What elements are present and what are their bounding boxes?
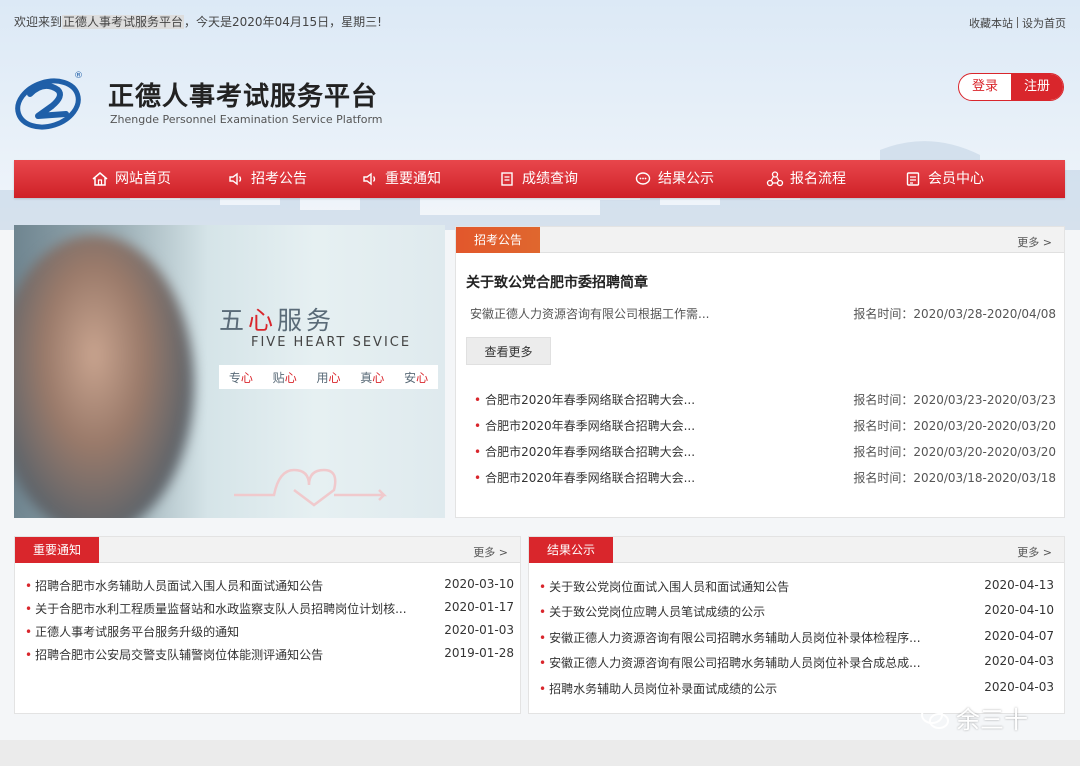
set-home-link[interactable]: 设为首页 bbox=[1022, 17, 1066, 30]
nav-label: 成绩查询 bbox=[522, 160, 578, 198]
panel-header: 结果公示 更多 > bbox=[529, 537, 1064, 563]
panel-header: 招考公告 更多 > bbox=[456, 227, 1064, 253]
notices-panel: 重要通知 更多 > •招聘合肥市水务辅助人员面试入围人员和面试通知公告2020-… bbox=[14, 536, 521, 714]
bullet-icon: • bbox=[539, 682, 546, 696]
tab-results[interactable]: 结果公示 bbox=[529, 537, 613, 563]
document-icon bbox=[498, 170, 516, 188]
flow-icon bbox=[766, 170, 784, 188]
welcome-date: ，今天是2020年04月15日，星期三! bbox=[184, 15, 382, 29]
banner-value: 真心 bbox=[360, 369, 384, 386]
list-item[interactable]: •安徽正德人力资源咨询有限公司招聘水务辅助人员岗位补录合成总成...2020-0… bbox=[539, 654, 1054, 672]
bullet-icon: • bbox=[474, 445, 481, 459]
main-nav: 网站首页 招考公告 重要通知 成绩查询 结果公示 报名流程 会员中心 bbox=[14, 160, 1065, 198]
banner-value: 专心 bbox=[229, 369, 253, 386]
list-item[interactable]: •招聘合肥市水务辅助人员面试入围人员和面试通知公告2020-03-10 bbox=[25, 577, 514, 595]
bullet-icon: • bbox=[539, 605, 546, 619]
bullet-icon: • bbox=[25, 648, 32, 662]
banner-values-strip: 专心 贴心 用心 真心 安心 bbox=[219, 365, 438, 389]
list-item[interactable]: •招聘合肥市公安局交警支队辅警岗位体能测评通知公告2019-01-28 bbox=[25, 646, 514, 664]
bullet-icon: • bbox=[25, 579, 32, 593]
speaker-icon bbox=[227, 170, 245, 188]
bullet-icon: • bbox=[539, 656, 546, 670]
welcome-site-name: 正德人事考试服务平台 bbox=[62, 15, 184, 29]
banner-value: 贴心 bbox=[273, 369, 297, 386]
more-link[interactable]: 更多 > bbox=[473, 544, 508, 560]
feature-title-link[interactable]: 关于致公党合肥市委招聘简章 bbox=[466, 272, 648, 292]
list-item[interactable]: •合肥市2020年春季网络联合招聘大会...报名时间：2020/03/20-20… bbox=[474, 417, 1056, 435]
tab-recruit[interactable]: 招考公告 bbox=[456, 227, 540, 253]
recruit-panel: 招考公告 更多 > 关于致公党合肥市委招聘简章 安徽正德人力资源咨询有限公司根据… bbox=[455, 226, 1065, 518]
banner-title: 五心服务 bbox=[219, 301, 335, 337]
list-item[interactable]: •关于致公党岗位面试入围人员和面试通知公告2020-04-13 bbox=[539, 578, 1054, 596]
registered-mark: ® bbox=[74, 71, 83, 81]
divider bbox=[1017, 17, 1018, 28]
nav-item-member[interactable]: 会员中心 bbox=[904, 160, 984, 198]
bullet-icon: • bbox=[25, 602, 32, 616]
list-item[interactable]: •合肥市2020年春季网络联合招聘大会...报名时间：2020/03/20-20… bbox=[474, 443, 1056, 461]
welcome-prefix: 欢迎来到 bbox=[14, 15, 62, 29]
banner-title-part: 服务 bbox=[277, 306, 335, 335]
nav-label: 招考公告 bbox=[251, 160, 307, 198]
banner-value: 用心 bbox=[316, 369, 340, 386]
site-subtitle: Zhengde Personnel Examination Service Pl… bbox=[110, 113, 383, 126]
list-item[interactable]: •关于合肥市水利工程质量监督站和水政监察支队人员招聘岗位计划核...2020-0… bbox=[25, 600, 514, 618]
banner-person-image bbox=[14, 235, 194, 518]
more-link[interactable]: 更多 > bbox=[1017, 544, 1052, 560]
nav-label: 结果公示 bbox=[658, 160, 714, 198]
favorite-link[interactable]: 收藏本站 bbox=[969, 17, 1013, 30]
nav-item-results[interactable]: 结果公示 bbox=[634, 160, 714, 198]
nav-label: 会员中心 bbox=[928, 160, 984, 198]
feature-description: 安徽正德人力资源咨询有限公司根据工作需... bbox=[470, 305, 709, 322]
banner-title-heart: 心 bbox=[248, 306, 277, 335]
nav-label: 重要通知 bbox=[385, 160, 441, 198]
banner-subtitle: FIVE HEART SEVICE bbox=[251, 335, 411, 350]
list-item[interactable]: •关于致公党岗位应聘人员笔试成绩的公示2020-04-10 bbox=[539, 603, 1054, 621]
logo-icon: ® bbox=[14, 68, 86, 130]
panel-header: 重要通知 更多 > bbox=[15, 537, 520, 563]
login-button[interactable]: 登录 bbox=[959, 74, 1011, 100]
list-item[interactable]: •招聘水务辅助人员岗位补录面试成绩的公示2020-04-03 bbox=[539, 680, 1054, 698]
bullet-icon: • bbox=[474, 419, 481, 433]
auth-buttons: 登录 注册 bbox=[958, 73, 1064, 101]
nav-label: 网站首页 bbox=[115, 160, 171, 198]
bullet-icon: • bbox=[474, 471, 481, 485]
nav-item-notices[interactable]: 重要通知 bbox=[361, 160, 441, 198]
banner-value: 安心 bbox=[404, 369, 428, 386]
results-panel: 结果公示 更多 > •关于致公党岗位面试入围人员和面试通知公告2020-04-1… bbox=[528, 536, 1065, 714]
watermark-text: 余三十 bbox=[956, 700, 1028, 735]
watermark: 余三十 bbox=[920, 700, 1028, 735]
chat-icon bbox=[634, 170, 652, 188]
home-icon bbox=[91, 170, 109, 188]
hero-banner[interactable]: 五心服务 FIVE HEART SEVICE 专心 贴心 用心 真心 安心 bbox=[14, 225, 445, 518]
bullet-icon: • bbox=[539, 580, 546, 594]
bullet-icon: • bbox=[25, 625, 32, 639]
nav-label: 报名流程 bbox=[790, 160, 846, 198]
view-more-button[interactable]: 查看更多 bbox=[466, 337, 551, 365]
wechat-icon bbox=[920, 705, 950, 731]
nav-item-home[interactable]: 网站首页 bbox=[91, 160, 171, 198]
banner-title-part: 五 bbox=[219, 306, 248, 335]
speaker-icon bbox=[361, 170, 379, 188]
site-title: 正德人事考试服务平台 bbox=[108, 76, 378, 113]
feature-date: 报名时间：2020/03/28-2020/04/08 bbox=[853, 305, 1056, 322]
member-icon bbox=[904, 170, 922, 188]
bullet-icon: • bbox=[474, 393, 481, 407]
nav-item-process[interactable]: 报名流程 bbox=[766, 160, 846, 198]
welcome-text: 欢迎来到正德人事考试服务平台，今天是2020年04月15日，星期三! bbox=[14, 13, 382, 30]
nav-item-recruit[interactable]: 招考公告 bbox=[227, 160, 307, 198]
bullet-icon: • bbox=[539, 631, 546, 645]
list-item[interactable]: •合肥市2020年春季网络联合招聘大会...报名时间：2020/03/23-20… bbox=[474, 391, 1056, 409]
more-link[interactable]: 更多 > bbox=[1017, 234, 1052, 250]
list-item[interactable]: •正德人事考试服务平台服务升级的通知2020-01-03 bbox=[25, 623, 514, 641]
register-button[interactable]: 注册 bbox=[1011, 74, 1063, 100]
heart-line-icon bbox=[234, 450, 394, 510]
list-item[interactable]: •合肥市2020年春季网络联合招聘大会...报名时间：2020/03/18-20… bbox=[474, 469, 1056, 487]
tab-notices[interactable]: 重要通知 bbox=[15, 537, 99, 563]
list-item[interactable]: •安徽正德人力资源咨询有限公司招聘水务辅助人员岗位补录体检程序...2020-0… bbox=[539, 629, 1054, 647]
nav-item-scores[interactable]: 成绩查询 bbox=[498, 160, 578, 198]
top-links: 收藏本站设为首页 bbox=[969, 15, 1066, 31]
